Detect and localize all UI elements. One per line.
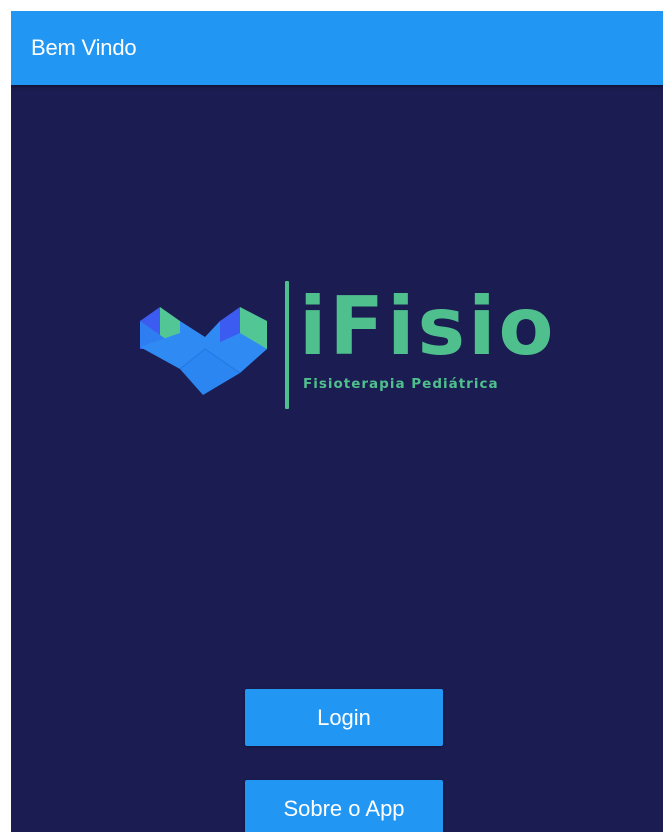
about-app-button[interactable]: Sobre o App xyxy=(245,780,443,832)
app-screen: Bem Vindo iFisio Fisioterapia Pediátrica… xyxy=(11,11,663,832)
brand-name: iFisio xyxy=(299,280,557,373)
heart-blocks-icon xyxy=(140,307,267,395)
ifisio-logo: iFisio Fisioterapia Pediátrica xyxy=(135,277,555,413)
logo-divider xyxy=(285,281,289,409)
app-bar-title: Bem Vindo xyxy=(31,35,137,60)
login-button[interactable]: Login xyxy=(245,689,443,746)
brand-tagline: Fisioterapia Pediátrica xyxy=(303,376,499,392)
app-bar: Bem Vindo xyxy=(11,11,663,85)
